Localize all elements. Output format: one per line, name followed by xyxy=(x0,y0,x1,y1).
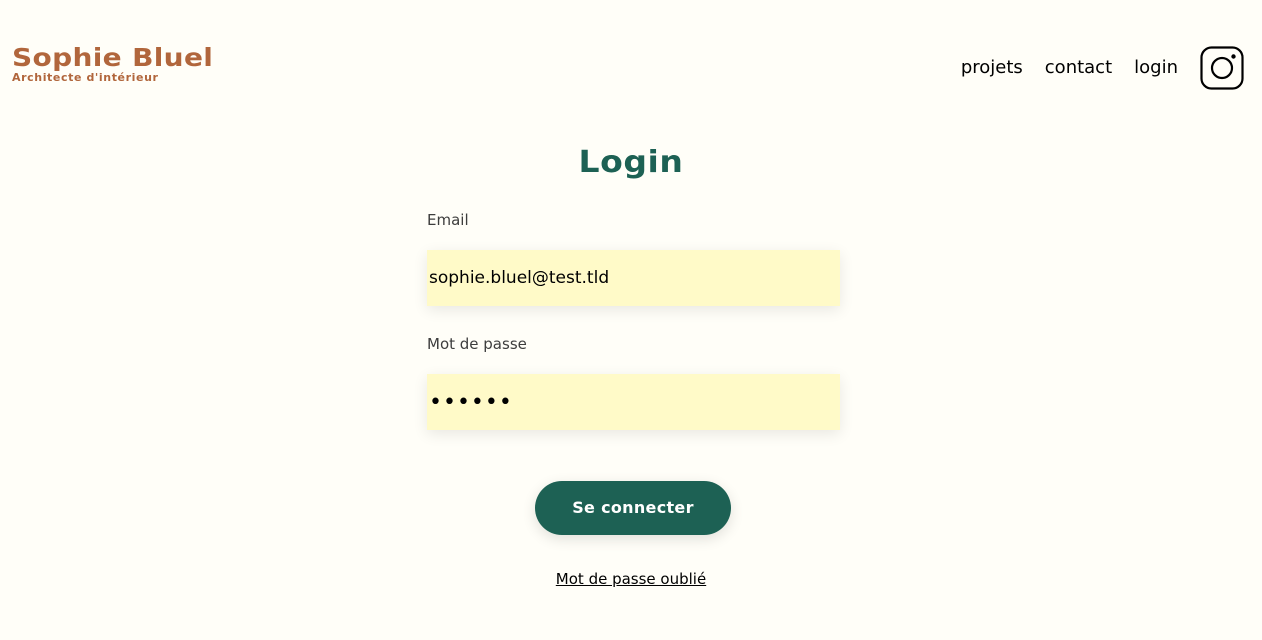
nav-item-login[interactable]: login xyxy=(1134,46,1178,90)
password-label: Mot de passe xyxy=(427,335,527,353)
login-section: Login Email Mot de passe Se connecter Mo… xyxy=(0,140,1262,588)
logo-subtitle: Architecte d'intérieur xyxy=(12,71,159,84)
password-field[interactable] xyxy=(427,374,840,430)
nav-item-projets[interactable]: projets xyxy=(961,46,1023,90)
site-header: Sophie Bluel Architecte d'intérieur proj… xyxy=(0,0,1262,110)
login-form: Email Mot de passe xyxy=(427,210,840,430)
email-field[interactable] xyxy=(427,250,840,306)
nav-list: projets contact login xyxy=(961,46,1200,90)
email-label: Email xyxy=(427,211,469,229)
site-logo[interactable]: Sophie Bluel Architecte d'intérieur xyxy=(12,44,213,84)
nav-item-contact[interactable]: contact xyxy=(1045,46,1112,90)
login-submit-button[interactable]: Se connecter xyxy=(535,481,731,535)
instagram-icon[interactable] xyxy=(1200,46,1244,90)
main-nav: projets contact login xyxy=(961,46,1244,90)
page-title: Login xyxy=(578,145,684,180)
logo-title: Sophie Bluel xyxy=(12,43,214,72)
forgot-password-link[interactable]: Mot de passe oublié xyxy=(0,570,1262,588)
